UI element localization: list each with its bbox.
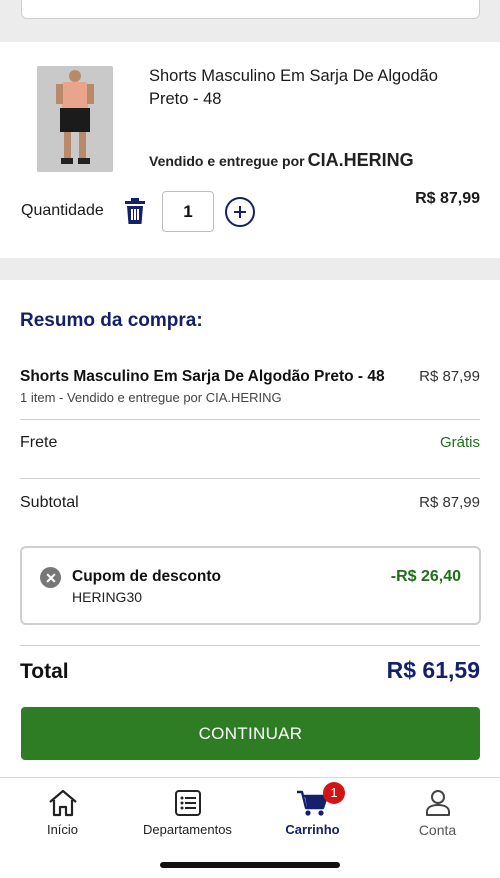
list-icon [174,790,201,816]
shipping-label: Frete [20,434,58,451]
coupon-discount: -R$ 26,40 [390,568,461,585]
tab-label: Início [46,822,79,837]
summary-item-price: R$ 87,99 [419,368,480,385]
tab-conta[interactable]: Conta [375,778,500,848]
summary-item-name: Shorts Masculino Em Sarja De Algodão Pre… [20,368,385,385]
cart-item: Shorts Masculino Em Sarja De Algodão Pre… [0,42,500,258]
product-name[interactable]: Shorts Masculino Em Sarja De Algodão Pre… [149,65,469,111]
section-separator [0,258,500,280]
subtotal-value: R$ 87,99 [419,494,480,511]
summary-item-sub: 1 item - Vendido e entregue por CIA.HERI… [20,390,282,405]
tab-label: Departamentos [143,822,232,837]
seller-brand: CIA.HERING [307,150,414,170]
total-value: R$ 61,59 [386,657,480,683]
item-price: R$ 87,99 [415,190,480,207]
tab-label: Conta [418,822,457,838]
divider [20,419,480,420]
shipping-value: Grátis [439,434,480,451]
seller-prefix: Vendido e entregue por [149,153,305,169]
tab-carrinho[interactable]: 1 Carrinho [250,778,375,848]
coupon-card: Cupom de desconto HERING30 -R$ 26,40 [20,546,481,625]
divider [20,645,480,646]
remove-coupon-icon[interactable] [40,567,61,588]
subtotal-label: Subtotal [20,494,79,511]
coupon-code: HERING30 [72,589,143,605]
trash-icon[interactable] [124,198,146,224]
home-icon [48,789,77,817]
increase-quantity-button[interactable] [225,197,255,227]
tab-inicio[interactable]: Início [0,778,125,848]
divider [20,478,480,479]
previous-card-edge [21,0,480,19]
user-icon [425,790,450,816]
cart-count-badge: 1 [323,782,345,804]
seller-info: Vendido e entregue por CIA.HERING [149,150,414,171]
home-indicator [160,862,340,868]
quantity-label: Quantidade [21,202,104,219]
quantity-input[interactable]: 1 [162,191,214,232]
product-image[interactable] [37,66,113,172]
tab-departamentos[interactable]: Departamentos [125,778,250,848]
coupon-title: Cupom de desconto [72,568,221,585]
total-label: Total [20,660,69,683]
continue-button[interactable]: CONTINUAR [21,707,480,760]
tab-label: Carrinho [285,822,340,837]
summary-title: Resumo da compra: [20,310,203,331]
